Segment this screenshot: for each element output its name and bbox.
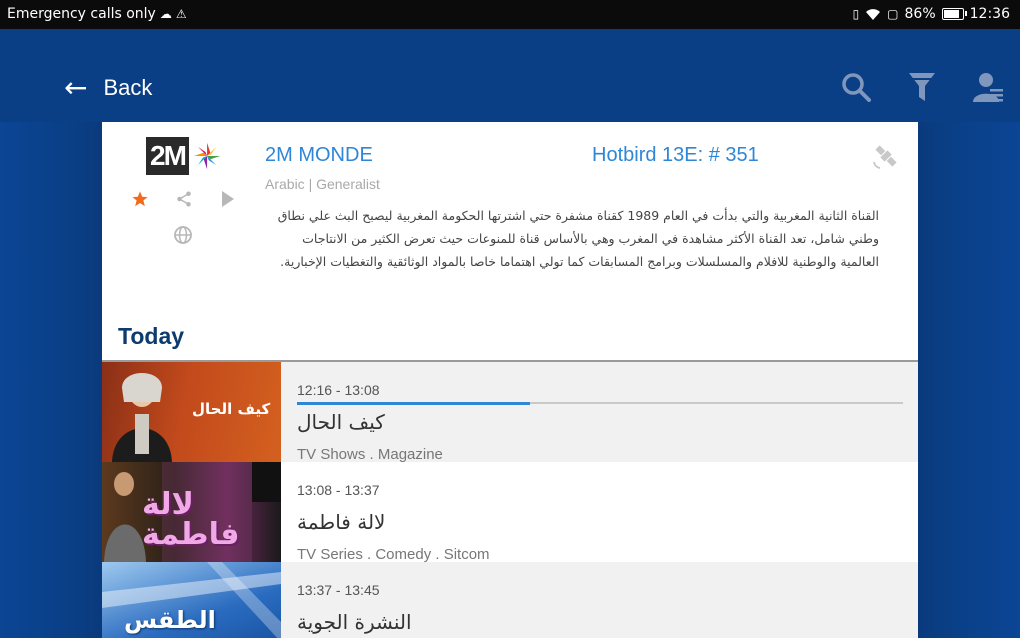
channel-description: القناة الثانية المغربية والتي بدأت في ال… xyxy=(277,208,879,269)
thumbnail-caption: كيف الحال xyxy=(192,400,271,418)
channel-actions xyxy=(130,188,238,210)
channel-card: 2M 2M MONDE Hotbird 13E: # 351 Arabic | … xyxy=(102,122,918,638)
program-thumbnail: لالة فاطمة xyxy=(102,462,281,562)
play-button[interactable] xyxy=(218,188,238,210)
profile-button[interactable] xyxy=(972,69,1004,105)
status-right: ▯ ▢ 86% 12:36 xyxy=(853,6,1010,22)
share-icon xyxy=(177,191,191,207)
schedule-row[interactable]: الطقس 13:37 - 13:45 النشرة الجوية xyxy=(102,562,918,638)
program-title: النشرة الجوية xyxy=(297,610,412,634)
toolbar-actions xyxy=(840,69,1004,105)
battery-fill xyxy=(943,10,959,18)
channel-logo: 2M xyxy=(146,132,221,180)
favorite-button[interactable] xyxy=(130,188,150,210)
back-arrow-icon: ← xyxy=(64,71,88,104)
battery-icon xyxy=(941,8,967,20)
program-thumbnail: الطقس xyxy=(102,562,281,638)
schedule-row[interactable]: لالة فاطمة 13:08 - 13:37 لالة فاطمة TV S… xyxy=(102,462,918,563)
channel-name: 2M MONDE xyxy=(265,144,373,166)
status-bar: Emergency calls only ☁ ⚠ ▯ ▢ 86% 12:36 xyxy=(0,0,1020,29)
search-icon xyxy=(842,73,871,102)
back-button[interactable]: ← Back xyxy=(64,71,153,104)
vibrate-icon: ▯ xyxy=(852,7,860,21)
program-time: 12:16 - 13:08 xyxy=(297,382,380,398)
globe-icon xyxy=(174,226,192,244)
program-title: كيف الحال xyxy=(297,410,385,434)
logo-text: 2M xyxy=(146,137,189,175)
battery-percent: 86% xyxy=(904,6,936,22)
program-thumbnail: كيف الحال xyxy=(102,362,281,462)
program-progress xyxy=(297,401,903,405)
program-progress-fill xyxy=(297,401,531,405)
program-genre: TV Shows . Magazine xyxy=(297,446,443,463)
thumbnail-caption: لالة فاطمة xyxy=(142,487,240,552)
battery-saver-icon: ▢ xyxy=(887,7,899,21)
warning-icon: ⚠ xyxy=(175,7,187,21)
website-button[interactable] xyxy=(173,225,193,245)
channel-meta: Arabic | Generalist xyxy=(265,176,380,192)
cloud-icon: ☁ xyxy=(159,7,172,21)
background-right xyxy=(918,122,1020,638)
satellite-position: Hotbird 13E: # 351 xyxy=(592,144,759,166)
program-time: 13:08 - 13:37 xyxy=(297,482,380,498)
clock: 12:36 xyxy=(969,6,1010,22)
status-text: Emergency calls only xyxy=(7,6,156,22)
program-genre: TV Series . Comedy . Sitcom xyxy=(297,546,490,563)
back-label: Back xyxy=(103,75,153,100)
satellite-button[interactable] xyxy=(870,140,902,172)
share-button[interactable] xyxy=(174,188,194,210)
search-button[interactable] xyxy=(840,69,872,105)
star-icon xyxy=(132,191,148,207)
logo-star-icon xyxy=(193,142,221,170)
wifi-icon xyxy=(866,8,881,20)
thumbnail-caption: الطقس xyxy=(124,606,216,634)
schedule-row[interactable]: كيف الحال 12:16 - 13:08 كيف الحال TV Sho… xyxy=(102,362,918,463)
satellite-icon xyxy=(873,145,897,169)
play-icon xyxy=(222,191,234,207)
status-left: Emergency calls only ☁ ⚠ xyxy=(7,6,187,22)
filter-button[interactable] xyxy=(906,69,938,105)
schedule-section-title: Today xyxy=(118,323,185,349)
profile-icon xyxy=(973,73,1003,102)
program-title: لالة فاطمة xyxy=(297,510,386,534)
program-time: 13:37 - 13:45 xyxy=(297,582,380,598)
app-bar: ← Back xyxy=(0,29,1020,122)
filter-icon xyxy=(909,73,935,101)
background-left xyxy=(0,122,102,638)
